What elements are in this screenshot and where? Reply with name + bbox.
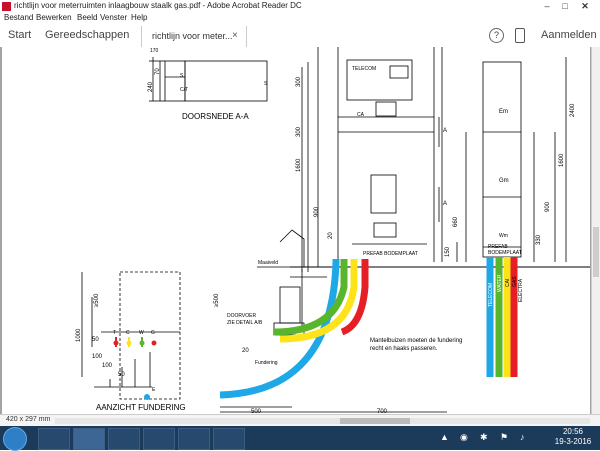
tray-network-icon[interactable]: ◉ [460, 432, 468, 443]
start-button[interactable] [3, 427, 27, 451]
pipe-telecom [219, 259, 340, 399]
doc-tab-label: richtlijn voor meter... [152, 31, 233, 41]
close-icon[interactable]: ✕ [578, 0, 592, 12]
label-doorvoer: DOORVOER [227, 313, 256, 319]
dim-2400: 2400 [570, 103, 576, 117]
dim-20b: 20 [242, 348, 249, 354]
marker-t: T [113, 330, 116, 336]
dim-500-left: ≥500 [94, 293, 100, 307]
dim-300a: 300 [296, 76, 302, 87]
tray-arrow-icon[interactable]: ▲ [440, 432, 449, 442]
menu-venster[interactable]: Venster [100, 13, 127, 22]
horizontal-scroll-thumb[interactable] [340, 418, 410, 424]
explorer-icon[interactable] [108, 428, 140, 450]
help-icon[interactable]: ? [489, 28, 504, 43]
vertical-scrollbar[interactable] [591, 47, 600, 414]
label-maaiveld: Maaiveld [258, 260, 278, 266]
tray-bluetooth-icon[interactable]: ✱ [480, 432, 488, 443]
dim-1000: 1000 [76, 328, 82, 342]
pipe-label-cai: CAI [505, 279, 511, 287]
menu-beeld[interactable]: Beeld [77, 13, 97, 22]
dim-50a: 50 [92, 337, 99, 343]
label-telecom: TELECOM [352, 66, 376, 72]
label-em: Em [499, 109, 508, 115]
dim-660: 660 [453, 216, 459, 227]
dim-900r: 900 [545, 201, 551, 212]
taskbar: ▲ ◉ ✱ ⚑ ♪ 20:56 19-3-2016 [0, 426, 600, 451]
tab-tools[interactable]: Gereedschappen [45, 29, 129, 41]
tab-document[interactable]: richtlijn voor meter... × [141, 26, 247, 47]
label-doorvoer-detail: ZIE DETAIL A/B [227, 320, 263, 326]
section-a-top: A [443, 128, 447, 134]
doorsnede-title: DOORSNEDE A-A [182, 112, 249, 121]
document-area[interactable]: DOORSNEDE A-A AANZICHT FUNDERING TELECOM… [0, 47, 600, 414]
horizontal-scrollbar[interactable] [55, 418, 590, 424]
dim-100b: 100 [102, 363, 113, 369]
top-toolbar: Start Gereedschappen richtlijn voor mete… [0, 24, 600, 48]
section-a-bottom: A [443, 201, 447, 207]
label-ca: CA [357, 112, 365, 118]
title-bar: richtlijn voor meterruimten inlaagbouw s… [0, 0, 600, 14]
dim-1600: 1600 [296, 158, 302, 172]
tab-start[interactable]: Start [8, 29, 31, 41]
marker-g: G [151, 330, 155, 336]
dim-100a: 100 [92, 354, 103, 360]
marker-e: E [152, 387, 156, 393]
label-mantel-2: recht en haaks passeren. [370, 346, 438, 352]
signin-button[interactable]: Aanmelden [541, 29, 597, 41]
ie-icon[interactable] [38, 428, 70, 450]
dim-50b: 50 [118, 372, 125, 378]
clock-date: 19-3-2016 [554, 437, 592, 446]
label-prefab-bodemplaat: PREFAB BODEMPLAAT [363, 251, 418, 257]
maximize-icon[interactable]: □ [558, 0, 572, 12]
dim-330: 330 [536, 234, 542, 245]
dim-150: 150 [445, 246, 451, 257]
label-fundering: Fundering [255, 360, 278, 366]
menu-bar: Bestand Bewerken Beeld Venster Help [0, 13, 600, 24]
tray-flag-icon[interactable]: ⚑ [500, 432, 508, 443]
acrobat-icon [2, 2, 11, 11]
aanzicht-title: AANZICHT FUNDERING [96, 403, 186, 412]
clock[interactable]: 20:56 19-3-2016 [553, 427, 593, 447]
window-title: richtlijn voor meterruimten inlaagbouw s… [14, 1, 302, 10]
tray-volume-icon[interactable]: ♪ [520, 432, 525, 442]
mobile-link-icon[interactable] [515, 28, 525, 43]
pipe-label-electra: ELECTRA [518, 278, 524, 302]
label-wm: Wm [499, 233, 508, 239]
minimize-icon[interactable]: – [540, 0, 554, 12]
dim-300b: 300 [296, 126, 302, 137]
menu-bestand[interactable]: Bestand [4, 13, 33, 22]
menu-help[interactable]: Help [131, 13, 147, 22]
marker-c: C [126, 330, 130, 336]
photoshop-icon[interactable] [213, 428, 245, 450]
pdf-page: DOORSNEDE A-A AANZICHT FUNDERING TELECOM… [2, 47, 590, 414]
detail-box-s [164, 60, 186, 102]
pipe-label-telecom: TELECOM [488, 283, 494, 307]
pipe-label-water: WATER [497, 274, 503, 292]
label-gm: Gm [499, 178, 509, 184]
dim-900: 900 [314, 206, 320, 217]
label-mantel-1: Mantelbuizen moeten de fundering [370, 338, 462, 344]
scroll-thumb[interactable] [593, 227, 599, 277]
label-ct: C/T [180, 87, 188, 93]
marker-w: W [139, 330, 144, 336]
paint-icon[interactable] [178, 428, 210, 450]
menu-bewerken[interactable]: Bewerken [36, 13, 72, 22]
chrome-icon[interactable] [143, 428, 175, 450]
dim-20: 20 [328, 232, 334, 239]
dim-70: 70 [155, 68, 161, 75]
close-tab-icon[interactable]: × [232, 30, 238, 41]
technical-drawing: DOORSNEDE A-A AANZICHT FUNDERING TELECOM… [76, 47, 590, 414]
dim-500-mid: ≥500 [214, 293, 220, 307]
dim-170: 170 [150, 48, 159, 54]
clock-time: 20:56 [562, 427, 584, 436]
label-prefab-r2: BODEMPLAAT [488, 250, 522, 256]
label-s: S [180, 73, 184, 79]
dim-1600r: 1600 [559, 153, 565, 167]
dim-240: 240 [148, 81, 154, 92]
acrobat-icon[interactable] [73, 428, 105, 450]
page-size: 420 x 297 mm [6, 416, 51, 423]
